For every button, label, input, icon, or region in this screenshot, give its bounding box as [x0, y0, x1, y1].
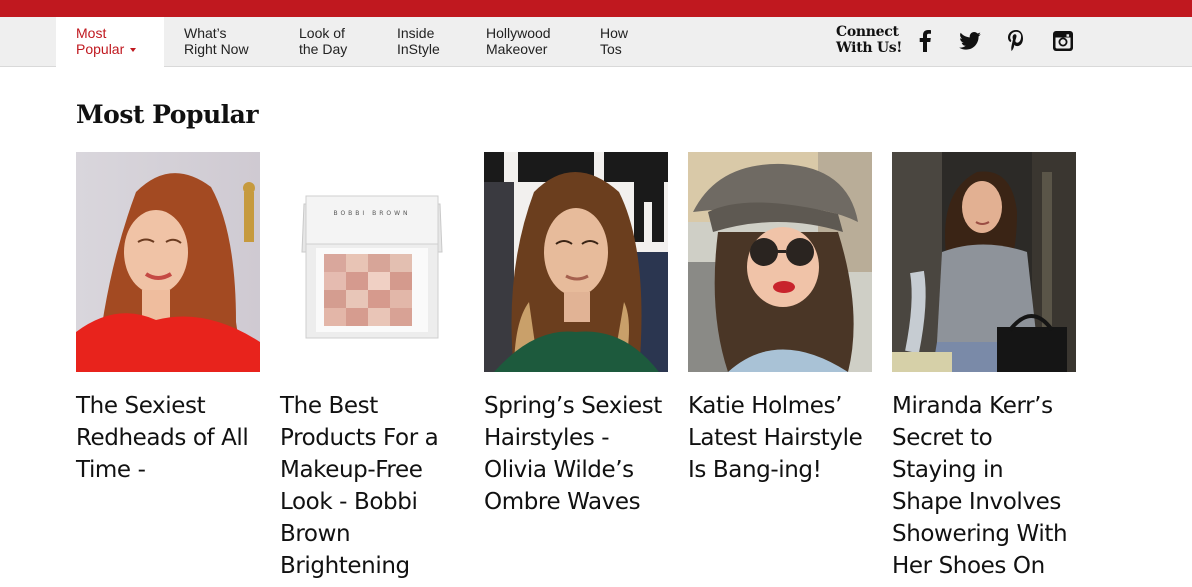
connect-line: With Us!: [836, 40, 903, 56]
article-card[interactable]: Miranda Kerr’s Secret to Staying in Shap…: [892, 152, 1076, 582]
brand-top-bar: [0, 0, 1192, 17]
nav-item-label: Makeover: [486, 41, 548, 57]
article-card[interactable]: BOBBI BROWN The Best Products For a Make…: [280, 152, 464, 582]
nav-item-label: Tos: [600, 41, 622, 57]
caret-up-icon: [130, 48, 137, 52]
nav-bar: Most Popular What’s Right Now Look of th…: [0, 17, 1192, 68]
nav-item-label: Right Now: [184, 41, 249, 57]
twitter-icon[interactable]: [958, 29, 982, 53]
article-card[interactable]: Katie Holmes’ Latest Hairstyle Is Bang-i…: [688, 152, 872, 486]
article-thumbnail[interactable]: [688, 152, 872, 372]
nav-item-label: Look of: [299, 25, 345, 41]
product-brand-text: BOBBI BROWN: [333, 210, 410, 217]
nav-item-how-tos[interactable]: How Tos: [600, 17, 628, 67]
article-title[interactable]: Spring’s Sexiest Hairstyles - Olivia Wil…: [484, 390, 668, 518]
nav-item-label: Most: [76, 25, 107, 41]
nav-item-label: Popular: [76, 41, 125, 57]
article-card[interactable]: Spring’s Sexiest Hairstyles - Olivia Wil…: [484, 152, 668, 518]
nav-item-label: the Day: [299, 41, 348, 57]
article-title[interactable]: Miranda Kerr’s Secret to Staying in Shap…: [892, 390, 1076, 582]
article-card[interactable]: The Sexiest Redheads of All Time -: [76, 152, 260, 486]
article-thumbnail[interactable]: [484, 152, 668, 372]
connect-label: Connect With Us!: [836, 24, 902, 56]
nav-item-most-popular[interactable]: Most Popular: [56, 17, 164, 68]
nav-item-label: Hollywood: [486, 25, 551, 41]
instagram-icon[interactable]: [1051, 29, 1075, 53]
article-title[interactable]: The Best Products For a Makeup-Free Look…: [280, 390, 464, 582]
facebook-icon[interactable]: [913, 29, 937, 53]
nav-item-hollywood-makeover[interactable]: Hollywood Makeover: [486, 17, 551, 67]
nav-item-look-of-the-day[interactable]: Look of the Day: [299, 17, 347, 67]
article-title[interactable]: The Sexiest Redheads of All Time -: [76, 390, 260, 486]
connect-line: Connect: [836, 24, 899, 40]
nav-item-label: InStyle: [397, 41, 440, 57]
nav-item-label: What’s: [184, 25, 227, 41]
pinterest-icon[interactable]: [1004, 29, 1028, 53]
article-title[interactable]: Katie Holmes’ Latest Hairstyle Is Bang-i…: [688, 390, 872, 486]
nav-item-label: How: [600, 25, 629, 41]
nav-item-whats-right-now[interactable]: What’s Right Now: [184, 17, 249, 67]
nav-item-label: Inside: [397, 25, 435, 41]
section-title: Most Popular: [76, 100, 259, 129]
nav-item-inside-instyle[interactable]: Inside InStyle: [397, 17, 440, 67]
article-thumbnail[interactable]: [892, 152, 1076, 372]
article-thumbnail[interactable]: [76, 152, 260, 372]
article-thumbnail[interactable]: BOBBI BROWN: [280, 152, 464, 372]
